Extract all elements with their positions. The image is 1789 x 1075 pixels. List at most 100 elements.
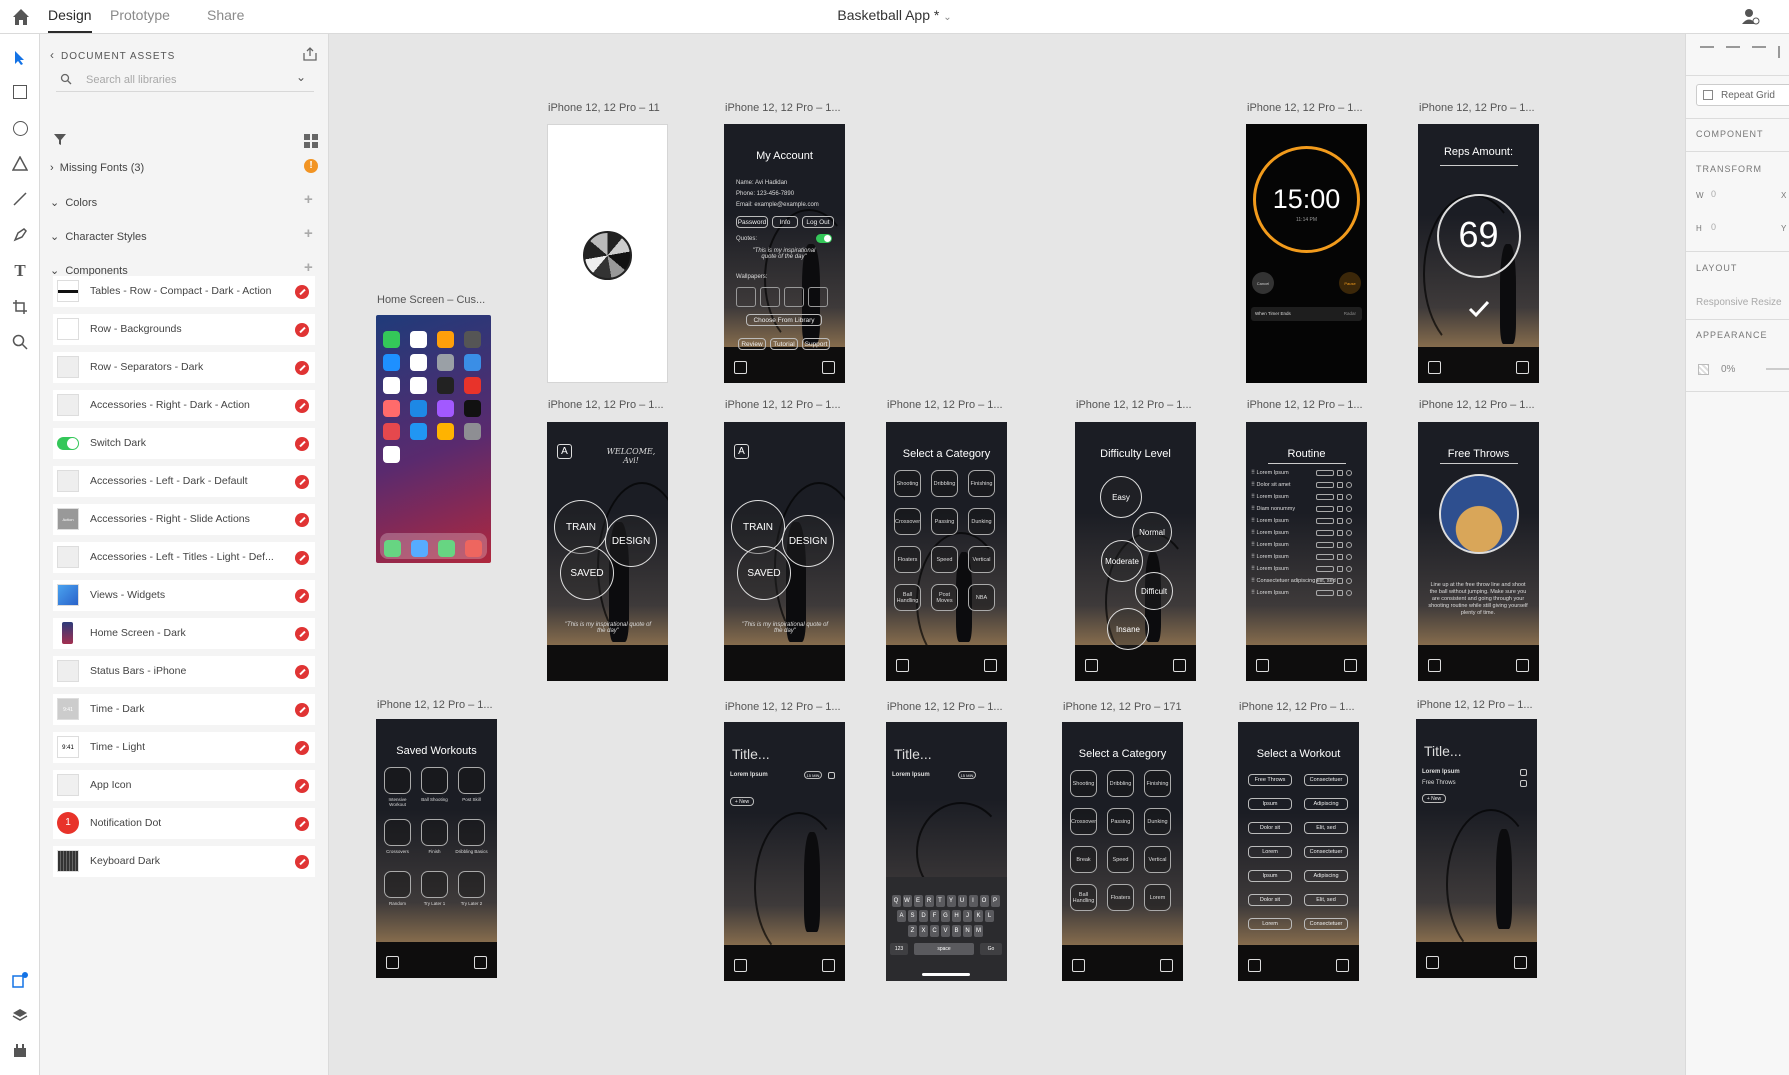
go-key[interactable]: Go xyxy=(980,943,1002,955)
artboard-label[interactable]: Home Screen – Cus... xyxy=(377,294,485,306)
app-icon[interactable] xyxy=(464,400,481,417)
saved-workout-tile[interactable] xyxy=(458,871,485,898)
category-option[interactable]: Floaters xyxy=(894,546,921,573)
saved-workout-tile[interactable] xyxy=(421,767,448,794)
info-icon[interactable] xyxy=(1346,482,1352,488)
artboard-label[interactable]: iPhone 12, 12 Pro – 1... xyxy=(1419,399,1535,411)
artboard-label[interactable]: iPhone 12, 12 Pro – 1... xyxy=(725,102,841,114)
app-icon[interactable] xyxy=(383,423,400,440)
workout-option[interactable]: Adipiscing xyxy=(1304,870,1348,882)
checkbox[interactable] xyxy=(1337,530,1343,536)
duration-badge[interactable] xyxy=(1316,590,1334,596)
saved-workout-tile[interactable] xyxy=(384,819,411,846)
category-option[interactable]: Dribbling xyxy=(931,470,958,497)
back-nav-icon[interactable] xyxy=(1428,361,1441,374)
responsive-resize[interactable]: Responsive Resize xyxy=(1696,297,1782,308)
missing-fonts-section[interactable]: › Missing Fonts (3) xyxy=(50,162,144,174)
pause-button[interactable]: Pause xyxy=(1339,272,1361,294)
category-option[interactable]: Vertical xyxy=(1144,846,1171,873)
saved-workout-tile[interactable] xyxy=(421,871,448,898)
checkmark-icon[interactable] xyxy=(1468,300,1490,318)
artboard-timer[interactable]: 15:00 11:14 PM Cancel Pause When Timer E… xyxy=(1246,124,1367,383)
difficulty-difficult[interactable]: Difficult xyxy=(1135,572,1173,610)
add-component-icon[interactable]: + xyxy=(304,259,313,276)
checkbox[interactable] xyxy=(1337,482,1343,488)
info-icon[interactable] xyxy=(1346,566,1352,572)
home-nav-icon[interactable] xyxy=(1173,659,1186,672)
duration-badge[interactable] xyxy=(1316,482,1334,488)
artboard-label[interactable]: iPhone 12, 12 Pro – 1... xyxy=(1239,701,1355,713)
keyboard-key[interactable]: D xyxy=(919,910,928,922)
wallpaper-slot[interactable] xyxy=(808,287,828,307)
info-icon[interactable] xyxy=(1346,530,1352,536)
home-nav-icon[interactable] xyxy=(1516,659,1529,672)
text-tool-icon[interactable]: T xyxy=(9,260,31,282)
workout-option[interactable]: Lorem xyxy=(1248,846,1292,858)
align-top-icon[interactable] xyxy=(1700,46,1714,58)
home-nav-icon[interactable] xyxy=(1426,956,1439,969)
checkbox[interactable] xyxy=(1337,506,1343,512)
checkbox[interactable] xyxy=(828,772,835,779)
category-option[interactable]: Passing xyxy=(931,508,958,535)
back-nav-icon[interactable] xyxy=(1072,959,1085,972)
check-nav-icon[interactable] xyxy=(1514,956,1527,969)
user-account-icon[interactable] xyxy=(1740,6,1760,26)
app-icon[interactable] xyxy=(464,423,481,440)
workout-option[interactable]: Elit, sed xyxy=(1304,894,1348,906)
component-item[interactable]: Accessories - Left - Dark - Default xyxy=(53,466,315,497)
home-nav-icon[interactable] xyxy=(1160,959,1173,972)
keyboard-key[interactable]: S xyxy=(908,910,917,922)
check-nav-icon[interactable] xyxy=(822,361,835,374)
add-character-style-icon[interactable]: + xyxy=(304,225,313,242)
new-item-button[interactable]: + New xyxy=(1422,794,1446,803)
info-icon[interactable] xyxy=(1346,542,1352,548)
back-nav-icon[interactable] xyxy=(1085,659,1098,672)
assets-header[interactable]: ‹ DOCUMENT ASSETS xyxy=(50,48,175,62)
workout-option[interactable]: Consectetuer xyxy=(1304,774,1348,786)
duration-badge[interactable] xyxy=(1316,530,1334,536)
new-item-button[interactable]: + New xyxy=(730,797,754,806)
artboard-select-category-2[interactable]: Select a Category Shooting Dribbling Finis… xyxy=(1062,722,1183,981)
category-option[interactable]: Ball Handling xyxy=(894,584,921,611)
wallpaper-slot[interactable] xyxy=(760,287,780,307)
keyboard-key[interactable]: N xyxy=(963,925,972,937)
home-nav-icon[interactable] xyxy=(1336,959,1349,972)
keyboard-key[interactable]: A xyxy=(897,910,906,922)
artboard-reps[interactable]: Reps Amount: 69 xyxy=(1418,124,1539,383)
polygon-tool-icon[interactable] xyxy=(9,152,31,174)
component-item[interactable]: Row - Backgrounds xyxy=(53,314,315,345)
artboard-saved-workouts[interactable]: Saved Workouts Intensive Workout Ball Sho… xyxy=(376,719,497,978)
keyboard-key[interactable]: W xyxy=(902,895,912,907)
workout-option[interactable]: Lorem xyxy=(1248,918,1292,930)
app-icon[interactable] xyxy=(383,331,400,348)
saved-workout-tile[interactable] xyxy=(384,871,411,898)
saved-workout-tile[interactable] xyxy=(421,819,448,846)
info-icon[interactable] xyxy=(1346,578,1352,584)
artboard-difficulty[interactable]: Difficulty Level Easy Normal Moderate Di… xyxy=(1075,422,1196,681)
component-item[interactable]: Action Accessories - Right - Slide Action… xyxy=(53,504,315,535)
artboard-tool-icon[interactable] xyxy=(9,296,31,318)
link-icon[interactable] xyxy=(295,399,309,413)
wallpaper-slot[interactable] xyxy=(784,287,804,307)
category-option[interactable]: Finishing xyxy=(1144,770,1171,797)
design-button[interactable]: DESIGN xyxy=(782,515,834,567)
component-item[interactable]: Accessories - Left - Titles - Light - De… xyxy=(53,542,315,573)
artboard-label[interactable]: iPhone 12, 12 Pro – 1... xyxy=(377,699,493,711)
artboard-label[interactable]: iPhone 12, 12 Pro – 1... xyxy=(1076,399,1192,411)
checkbox[interactable] xyxy=(1337,518,1343,524)
routine-item[interactable]: ⠿ Lorem Ipsum xyxy=(1251,470,1289,476)
keyboard-key[interactable]: F xyxy=(930,910,939,922)
rectangle-tool-icon[interactable] xyxy=(9,81,31,103)
back-nav-icon[interactable] xyxy=(1256,659,1269,672)
category-option[interactable]: Break xyxy=(1070,846,1097,873)
component-item[interactable]: App Icon xyxy=(53,770,315,801)
chevron-down-icon[interactable]: ⌄ xyxy=(296,70,306,84)
category-option[interactable]: Post Moves xyxy=(931,584,958,611)
keyboard-key[interactable]: V xyxy=(941,925,950,937)
component-item[interactable]: Keyboard Dark xyxy=(53,846,315,877)
document-title[interactable]: Basketball App * ⌄ xyxy=(0,7,1789,23)
saved-workout-tile[interactable] xyxy=(458,819,485,846)
artboard-free-throws[interactable]: Free Throws Line up at the free throw li… xyxy=(1418,422,1539,681)
select-tool-icon[interactable] xyxy=(9,47,31,69)
keyboard-key[interactable]: J xyxy=(963,910,972,922)
